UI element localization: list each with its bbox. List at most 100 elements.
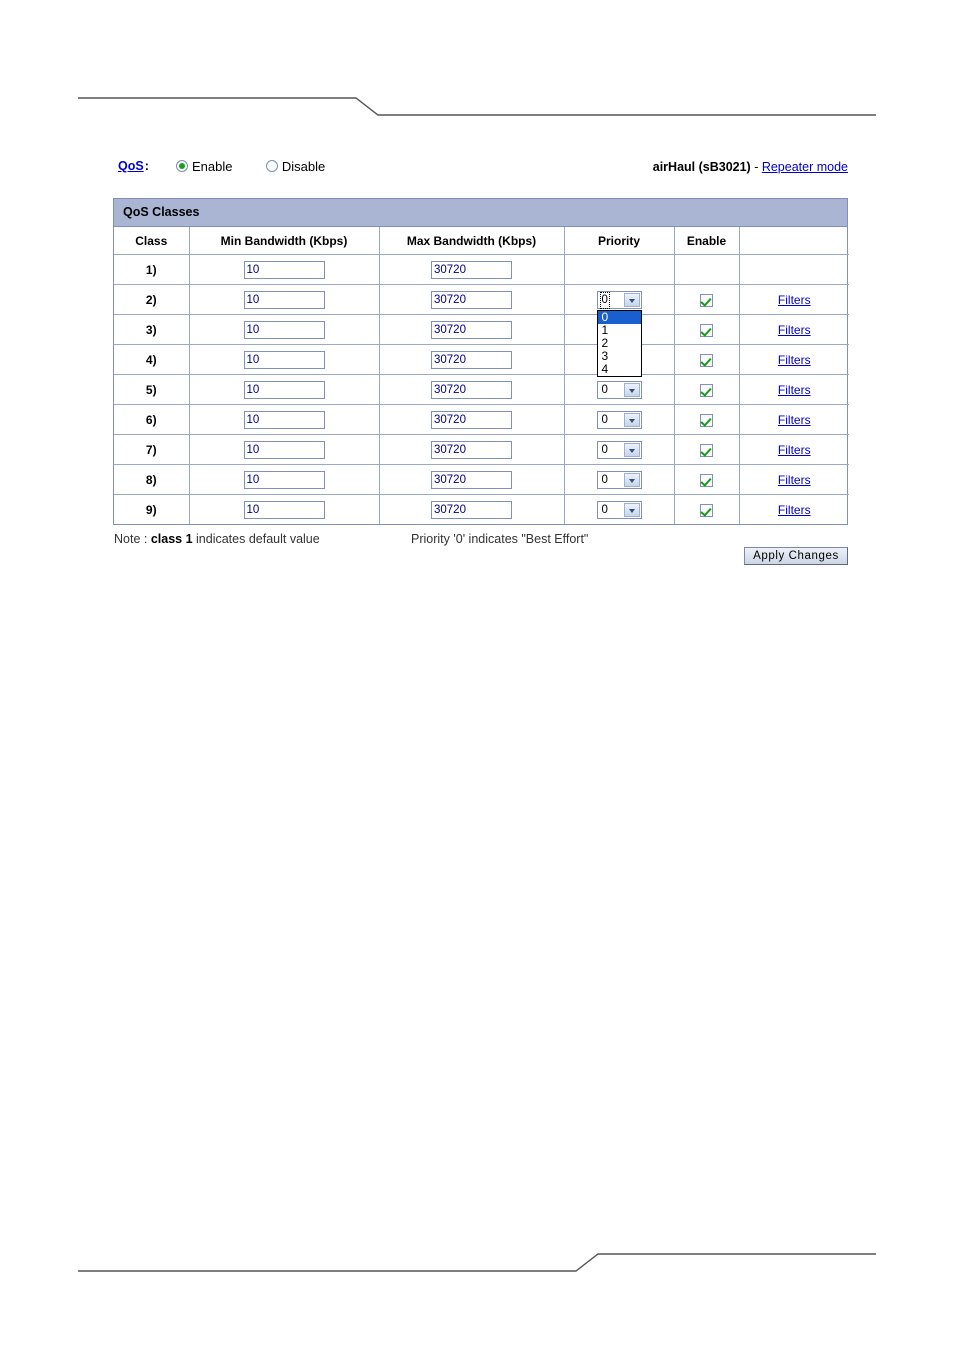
enable-checkbox[interactable] (700, 353, 713, 367)
max-bandwidth-input[interactable] (431, 290, 512, 309)
priority-select[interactable]: 001234 (596, 290, 642, 377)
priority-select[interactable]: 0 (596, 380, 642, 399)
priority-select-value: 0 (601, 503, 608, 516)
max-bandwidth-input[interactable] (431, 410, 512, 429)
min-bandwidth-cell (188, 374, 380, 405)
min-bandwidth-input[interactable] (243, 500, 325, 519)
max-bandwidth-input[interactable] (431, 470, 512, 489)
enable-cell (673, 344, 740, 375)
repeater-mode-link[interactable]: Repeater mode (762, 160, 848, 174)
class-number-cell: 3) (114, 314, 190, 345)
max-bandwidth-input[interactable] (431, 500, 512, 519)
priority-select-value: 0 (601, 473, 608, 486)
class-number-cell: 5) (114, 374, 190, 405)
radio-disable-dot[interactable] (265, 160, 278, 173)
filters-cell: Filters (738, 404, 849, 435)
chevron-down-icon[interactable] (623, 502, 640, 517)
min-bandwidth-cell (188, 344, 380, 375)
class-number-cell: 2) (114, 284, 190, 315)
radio-enable[interactable]: Enable (176, 159, 232, 174)
filters-link[interactable]: Filters (778, 383, 811, 397)
min-bandwidth-input[interactable] (243, 260, 325, 279)
min-bandwidth-cell (188, 254, 380, 285)
filters-cell (738, 254, 849, 285)
col-header-min-bw: Min Bandwidth (Kbps) (188, 227, 380, 255)
filters-link[interactable]: Filters (778, 413, 811, 427)
priority-option[interactable]: 0 (597, 310, 641, 324)
min-bandwidth-input[interactable] (243, 320, 325, 339)
priority-cell: 0 (563, 434, 675, 465)
filters-link[interactable]: Filters (778, 353, 811, 367)
class-number-cell: 1) (114, 254, 190, 285)
min-bandwidth-cell (188, 464, 380, 495)
filters-link[interactable]: Filters (778, 473, 811, 487)
qos-header-row: QoS: Enable Disable airHaul (sB3021) - R… (118, 159, 848, 181)
enable-checkbox[interactable] (700, 443, 713, 457)
min-bandwidth-input[interactable] (243, 290, 325, 309)
note-bold: class 1 (150, 532, 193, 546)
table-row: 1) (114, 254, 849, 285)
max-bandwidth-input[interactable] (431, 440, 512, 459)
footer-note-row: Note : class 1 indicates default value P… (114, 532, 854, 552)
radio-disable-label: Disable (281, 159, 326, 175)
enable-cell (673, 494, 740, 524)
filters-link[interactable]: Filters (778, 443, 811, 457)
filters-cell: Filters (738, 374, 849, 405)
chevron-down-icon[interactable] (623, 472, 640, 487)
min-bandwidth-input[interactable] (243, 350, 325, 369)
filters-link[interactable]: Filters (778, 503, 811, 517)
table-row: 3)0Filters (114, 314, 849, 345)
enable-checkbox[interactable] (700, 503, 713, 517)
chevron-down-icon[interactable] (623, 412, 640, 427)
filters-cell: Filters (738, 344, 849, 375)
priority-option-list[interactable]: 01234 (596, 309, 642, 377)
filters-link[interactable]: Filters (778, 293, 811, 307)
radio-disable[interactable]: Disable (265, 159, 326, 175)
max-bandwidth-input[interactable] (431, 320, 512, 339)
col-header-max-bw: Max Bandwidth (Kbps) (378, 227, 565, 255)
class-number-cell: 7) (114, 434, 190, 465)
table-row: 9) 0 Filters (114, 494, 849, 524)
max-bandwidth-cell (378, 344, 565, 375)
apply-changes-button[interactable]: Apply Changes (744, 547, 848, 565)
chevron-down-icon[interactable] (623, 382, 640, 397)
priority-cell: 0 (563, 494, 675, 524)
max-bandwidth-input[interactable] (431, 350, 512, 369)
qos-label-link[interactable]: QoS (118, 159, 144, 173)
chevron-down-icon[interactable] (623, 442, 640, 457)
priority-option[interactable]: 3 (598, 350, 641, 363)
qos-classes-panel: QoS Classes Class Min Bandwidth (Kbps) M… (113, 198, 849, 525)
enable-checkbox[interactable] (700, 293, 713, 307)
enable-cell (673, 374, 740, 405)
priority-select[interactable]: 0 (596, 470, 642, 489)
min-bandwidth-input[interactable] (243, 410, 325, 429)
table-row: 7) 0 Filters (114, 434, 849, 465)
class-number-cell: 4) (114, 344, 190, 375)
priority-select[interactable]: 0 (596, 500, 642, 519)
priority-option[interactable]: 4 (598, 363, 641, 376)
enable-checkbox[interactable] (700, 323, 713, 337)
priority-option[interactable]: 2 (598, 337, 641, 350)
device-separator: - (750, 160, 762, 174)
priority-select[interactable]: 0 (596, 410, 642, 429)
priority-cell: 0 (563, 404, 675, 435)
enable-checkbox[interactable] (700, 473, 713, 487)
min-bandwidth-input[interactable] (243, 380, 325, 399)
max-bandwidth-cell (378, 374, 565, 405)
priority-cell (563, 254, 675, 285)
min-bandwidth-input[interactable] (243, 470, 325, 489)
enable-cell (673, 464, 740, 495)
min-bandwidth-input[interactable] (243, 440, 325, 459)
filters-link[interactable]: Filters (778, 323, 811, 337)
priority-select[interactable]: 0 (596, 440, 642, 459)
max-bandwidth-input[interactable] (431, 260, 512, 279)
filters-cell: Filters (738, 284, 849, 315)
chevron-down-icon[interactable] (623, 292, 640, 307)
max-bandwidth-input[interactable] (431, 380, 512, 399)
qos-radio-group: Enable Disable (176, 159, 325, 174)
enable-checkbox[interactable] (700, 383, 713, 397)
note-suffix: indicates default value (192, 532, 320, 546)
radio-enable-dot[interactable] (176, 160, 188, 173)
priority-option[interactable]: 1 (598, 324, 641, 337)
enable-checkbox[interactable] (700, 413, 713, 427)
